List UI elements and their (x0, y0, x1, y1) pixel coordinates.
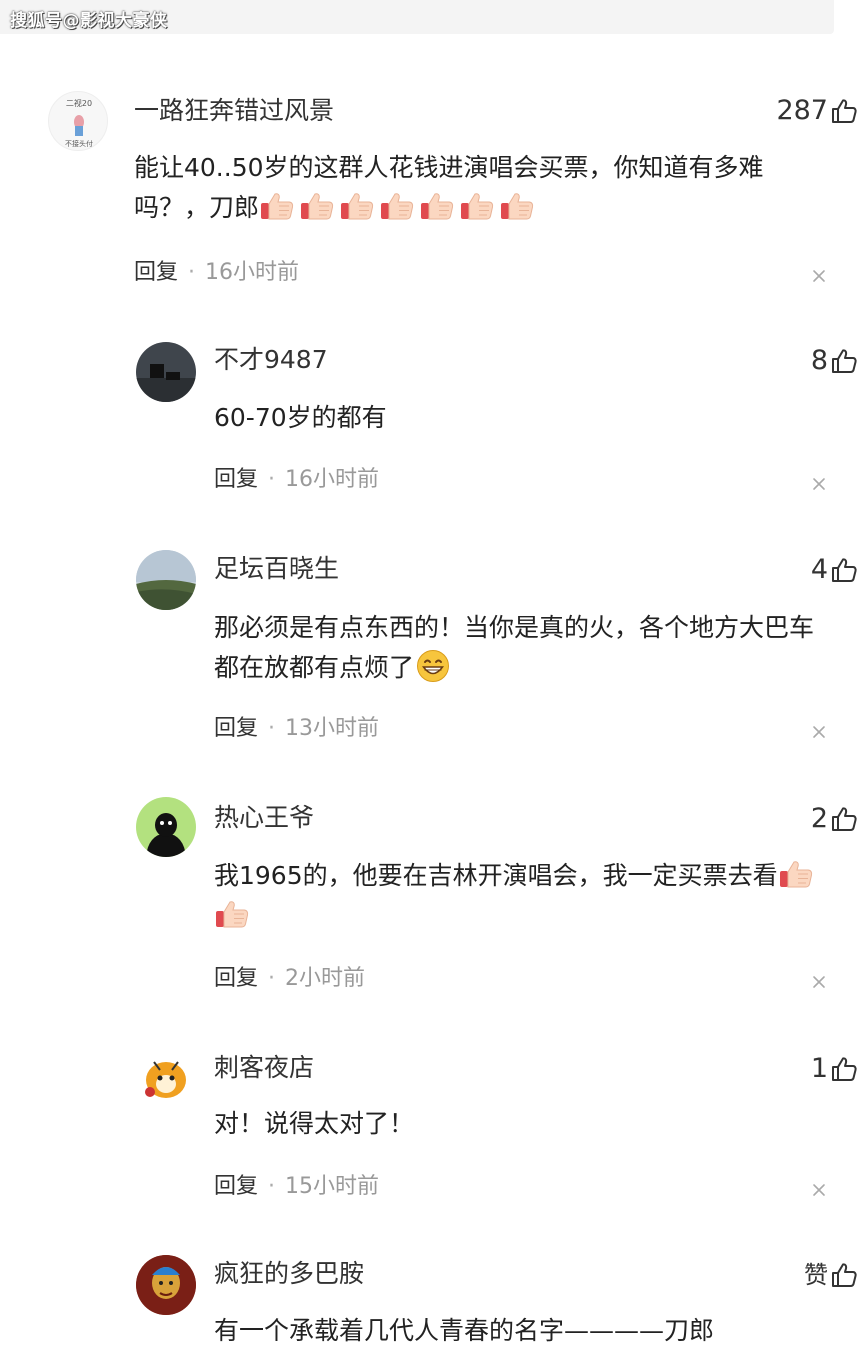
like-count: 2 (810, 803, 828, 834)
like-count: 287 (776, 95, 828, 126)
comment-meta: 回复 · 16小时前 (134, 258, 299, 288)
close-icon[interactable] (812, 975, 826, 989)
reply-button[interactable]: 回复 (214, 467, 258, 492)
avatar[interactable] (136, 797, 196, 857)
username[interactable]: 一路狂奔错过风景 (134, 96, 334, 126)
username[interactable]: 不才9487 (214, 345, 328, 375)
separator-dot: · (268, 467, 276, 492)
close-icon[interactable] (812, 477, 826, 491)
comment-text: 对！说得太对了！ (214, 1109, 415, 1138)
thumbs-up-emoji (379, 190, 415, 222)
watermark-text: 搜狐号@影视大豪侠 (10, 11, 168, 31)
separator-dot: · (268, 716, 276, 741)
thumbs-up-icon[interactable] (830, 1261, 858, 1289)
emoji-row (259, 193, 539, 222)
thumbs-up-emoji (339, 190, 375, 222)
thumbs-up-icon[interactable] (830, 97, 858, 125)
reply-button[interactable]: 回复 (134, 260, 178, 285)
thumbs-up-emoji (214, 898, 250, 930)
timestamp: 13小时前 (285, 716, 380, 741)
watermark-bar: 搜狐号@影视大豪侠 (0, 0, 834, 34)
username[interactable]: 足坛百晓生 (214, 554, 339, 584)
thumbs-up-icon[interactable] (830, 1055, 858, 1083)
timestamp: 2小时前 (285, 966, 366, 991)
comment-text: 能让40..50岁的这群人花钱进演唱会买票，你知道有多难吗？，刀郎 (134, 148, 832, 228)
thumbs-up-icon[interactable] (830, 347, 858, 375)
thumbs-up-icon[interactable] (830, 805, 858, 833)
timestamp: 15小时前 (285, 1174, 380, 1199)
reply-button[interactable]: 回复 (214, 716, 258, 741)
avatar[interactable] (136, 550, 196, 610)
separator-dot: · (188, 260, 196, 285)
username[interactable]: 热心王爷 (214, 803, 314, 833)
like-count: 4 (810, 554, 828, 585)
comment-meta: 回复 · 15小时前 (214, 1172, 379, 1202)
comment-meta: 回复 · 16小时前 (214, 465, 379, 495)
separator-dot: · (268, 966, 276, 991)
thumbs-up-emoji (499, 190, 535, 222)
avatar-text-bottom: 不接头付 (65, 139, 93, 148)
avatar-text-top: 二视20 (66, 98, 92, 108)
like-label: 赞 (804, 1261, 828, 1289)
grin-emoji (416, 649, 450, 683)
thumbs-up-emoji (778, 858, 814, 890)
thumbs-up-icon[interactable] (830, 556, 858, 584)
timestamp: 16小时前 (285, 467, 380, 492)
comment-text: 60-70岁的都有 (214, 403, 387, 432)
comment-text: 那必须是有点东西的！当你是真的火，各个地方大巴车都在放都有点烦了 (214, 608, 832, 688)
avatar[interactable] (136, 342, 196, 402)
close-icon[interactable] (812, 725, 826, 739)
like-count: 8 (810, 345, 828, 376)
comment-meta: 回复 · 13小时前 (214, 714, 379, 744)
avatar[interactable] (136, 1046, 196, 1106)
username[interactable]: 疯狂的多巴胺 (214, 1259, 364, 1289)
thumbs-up-emoji (259, 190, 295, 222)
reply-button[interactable]: 回复 (214, 1174, 258, 1199)
thumbs-up-emoji (299, 190, 335, 222)
separator-dot: · (268, 1174, 276, 1199)
thumbs-up-emoji (419, 190, 455, 222)
comment-text: 有一个承载着几代人青春的名字————刀郎 (214, 1316, 715, 1345)
reply-button[interactable]: 回复 (214, 966, 258, 991)
avatar[interactable] (136, 1255, 196, 1315)
timestamp: 16小时前 (205, 260, 300, 285)
thumbs-up-emoji (459, 190, 495, 222)
close-icon[interactable] (812, 269, 826, 283)
comment-meta: 回复 · 2小时前 (214, 964, 365, 994)
comment-text-content: 我1965的，他要在吉林开演唱会，我一定买票去看 (214, 861, 778, 890)
avatar[interactable]: 二视20 不接头付 (48, 91, 108, 151)
comment-text-content: 那必须是有点东西的！当你是真的火，各个地方大巴车都在放都有点烦了 (214, 613, 815, 682)
like-count: 1 (810, 1053, 828, 1084)
username[interactable]: 刺客夜店 (214, 1053, 314, 1083)
close-icon[interactable] (812, 1183, 826, 1197)
comment-text: 我1965的，他要在吉林开演唱会，我一定买票去看 (214, 856, 832, 936)
